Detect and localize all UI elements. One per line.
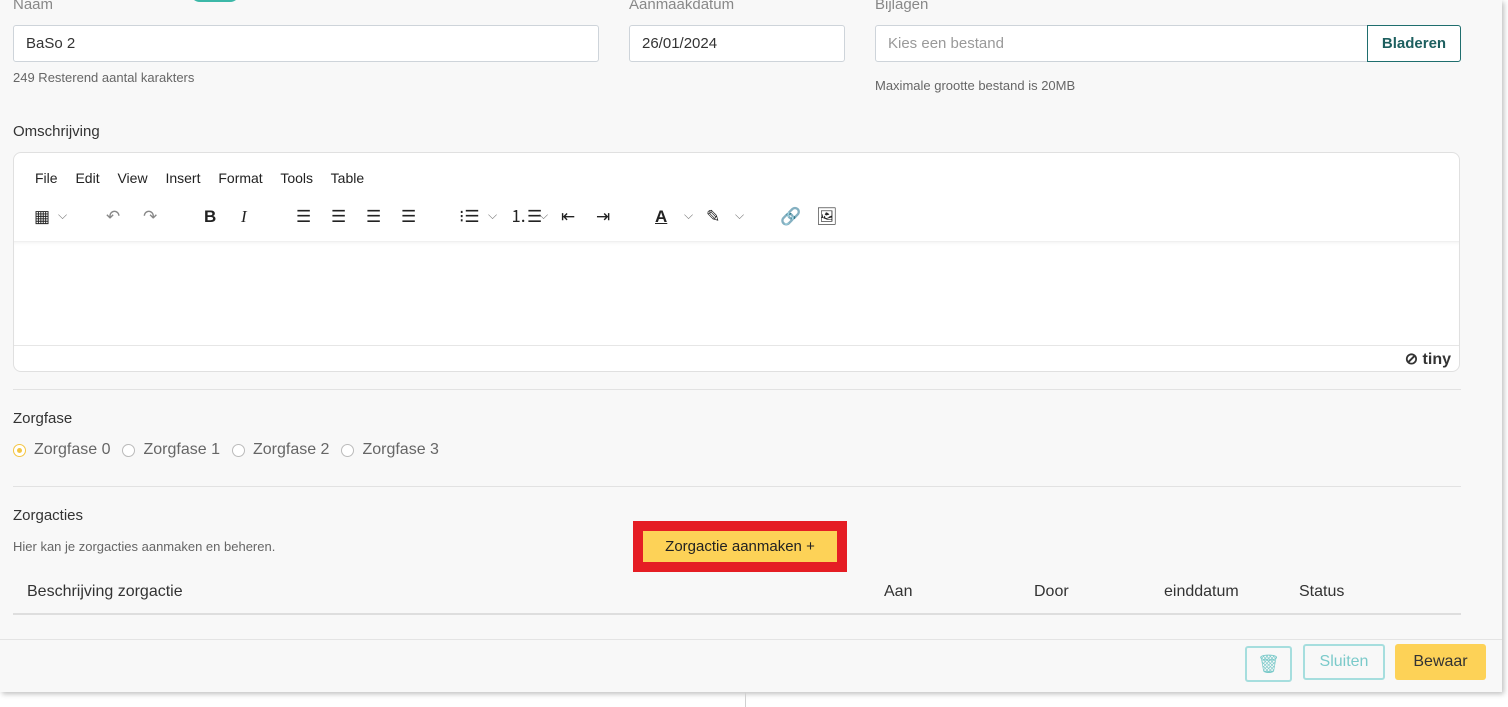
chevron-down-icon[interactable]: ⌵ <box>58 208 67 223</box>
phase-option-label: Zorgfase 2 <box>252 441 330 458</box>
menu-tools[interactable]: Tools <box>280 170 313 186</box>
menu-format[interactable]: Format <box>218 170 262 186</box>
description-label: Omschrijving <box>13 123 100 140</box>
delete-button[interactable]: 🗑 <box>1245 646 1292 682</box>
status-pill <box>190 0 240 2</box>
bold-icon[interactable]: B <box>204 207 216 227</box>
radio-icon[interactable] <box>122 443 136 457</box>
modal-footer: 🗑 Sluiten Bewaar <box>0 639 1502 692</box>
phase-radio-group: Zorgfase 0 Zorgfase 1 Zorgfase 2 Zorgfas… <box>13 441 451 459</box>
numbered-list-icon[interactable]: ⒈☰ <box>510 207 542 227</box>
close-button[interactable]: Sluiten <box>1303 644 1385 680</box>
menu-edit[interactable]: Edit <box>75 170 99 186</box>
column-header-status[interactable]: Status <box>1299 583 1344 601</box>
outdent-icon[interactable]: ⇤ <box>561 207 575 227</box>
image-icon[interactable]: 🖼 <box>816 207 838 227</box>
attachments-help: Maximale grootte bestand is 20MB <box>875 78 1076 93</box>
attachments-label: Bijlagen <box>875 0 929 13</box>
phase-option-label: Zorgfase 0 <box>34 441 111 458</box>
menu-file[interactable]: File <box>35 170 58 186</box>
chevron-down-icon[interactable]: ⌵ <box>488 208 497 223</box>
editor-content-area[interactable] <box>14 241 1459 348</box>
table-header-divider <box>13 613 1461 615</box>
date-input[interactable]: 26/01/2024 <box>629 25 845 62</box>
editor-menubar: File Edit View Insert Format Tools Table <box>35 170 378 186</box>
tiny-brand-text: tiny <box>1422 351 1451 368</box>
link-icon[interactable]: 🔗 <box>780 207 801 227</box>
trash-icon: 🗑 <box>1257 654 1280 674</box>
background-divider <box>745 692 746 707</box>
radio-icon[interactable] <box>231 443 245 457</box>
align-right-icon[interactable]: ☰ <box>366 207 381 227</box>
redo-icon[interactable]: ↷ <box>143 207 157 227</box>
menu-insert[interactable]: Insert <box>165 170 200 186</box>
section-divider <box>13 389 1461 390</box>
highlight-icon[interactable]: ✎ <box>706 207 720 227</box>
align-center-icon[interactable]: ☰ <box>331 207 346 227</box>
create-action-button[interactable]: Zorgactie aanmaken + <box>643 531 837 562</box>
tiny-logo[interactable]: ⊘ tiny <box>1405 349 1451 369</box>
phase-label: Zorgfase <box>13 410 73 427</box>
name-input[interactable]: BaSo 2 <box>13 25 599 62</box>
menu-table[interactable]: Table <box>331 170 364 186</box>
chevron-down-icon[interactable]: ⌵ <box>735 208 744 223</box>
text-color-icon[interactable]: A <box>655 207 667 227</box>
name-label: Naam <box>13 0 54 13</box>
phase-option-3[interactable]: Zorgfase 3 <box>341 441 439 459</box>
actions-title: Zorgacties <box>13 507 84 524</box>
phase-option-1[interactable]: Zorgfase 1 <box>122 441 220 459</box>
indent-icon[interactable]: ⇥ <box>596 207 610 227</box>
chevron-down-icon[interactable]: ⌵ <box>684 208 693 223</box>
actions-help: Hier kan je zorgacties aanmaken en beher… <box>13 539 276 554</box>
table-icon[interactable]: ▦ <box>34 207 50 227</box>
save-button[interactable]: Bewaar <box>1395 644 1486 680</box>
name-char-counter: 249 Resterend aantal karakters <box>13 70 195 85</box>
phase-option-0[interactable]: Zorgfase 0 <box>13 441 110 459</box>
create-action-highlight: Zorgactie aanmaken + <box>633 521 847 572</box>
phase-option-label: Zorgfase 1 <box>143 441 220 458</box>
radio-icon[interactable] <box>341 443 355 457</box>
editor-toolbar: ▦ ⌵ ↶ ↷ B I ☰ ☰ ☰ ☰ ⁝☰ ⌵ ⒈☰ ⌵ ⇤ ⇥ A ⌵ ✎ … <box>14 193 1459 241</box>
chevron-down-icon[interactable]: ⌵ <box>539 208 548 223</box>
italic-icon[interactable]: I <box>241 207 247 227</box>
date-label: Aanmaakdatum <box>629 0 735 13</box>
phase-option-2[interactable]: Zorgfase 2 <box>231 441 330 459</box>
zorg-modal: Naam BaSo 2 249 Resterend aantal karakte… <box>0 0 1502 692</box>
column-header-enddate[interactable]: einddatum <box>1164 583 1239 601</box>
column-header-to[interactable]: Aan <box>884 583 912 601</box>
menu-view[interactable]: View <box>117 170 147 186</box>
section-divider <box>13 486 1461 487</box>
editor-statusbar: ⊘ tiny <box>14 345 1459 371</box>
column-header-description[interactable]: Beschrijving zorgactie <box>27 583 183 601</box>
radio-selected-icon[interactable] <box>13 443 26 457</box>
phase-option-label: Zorgfase 3 <box>362 441 439 458</box>
align-justify-icon[interactable]: ☰ <box>401 207 416 227</box>
undo-icon[interactable]: ↶ <box>106 207 120 227</box>
attachments-input[interactable]: Kies een bestand <box>875 25 1368 62</box>
align-left-icon[interactable]: ☰ <box>296 207 311 227</box>
browse-button[interactable]: Bladeren <box>1367 25 1461 62</box>
bullet-list-icon[interactable]: ⁝☰ <box>459 207 480 227</box>
rich-text-editor: File Edit View Insert Format Tools Table… <box>13 152 1460 372</box>
column-header-by[interactable]: Door <box>1034 583 1069 601</box>
